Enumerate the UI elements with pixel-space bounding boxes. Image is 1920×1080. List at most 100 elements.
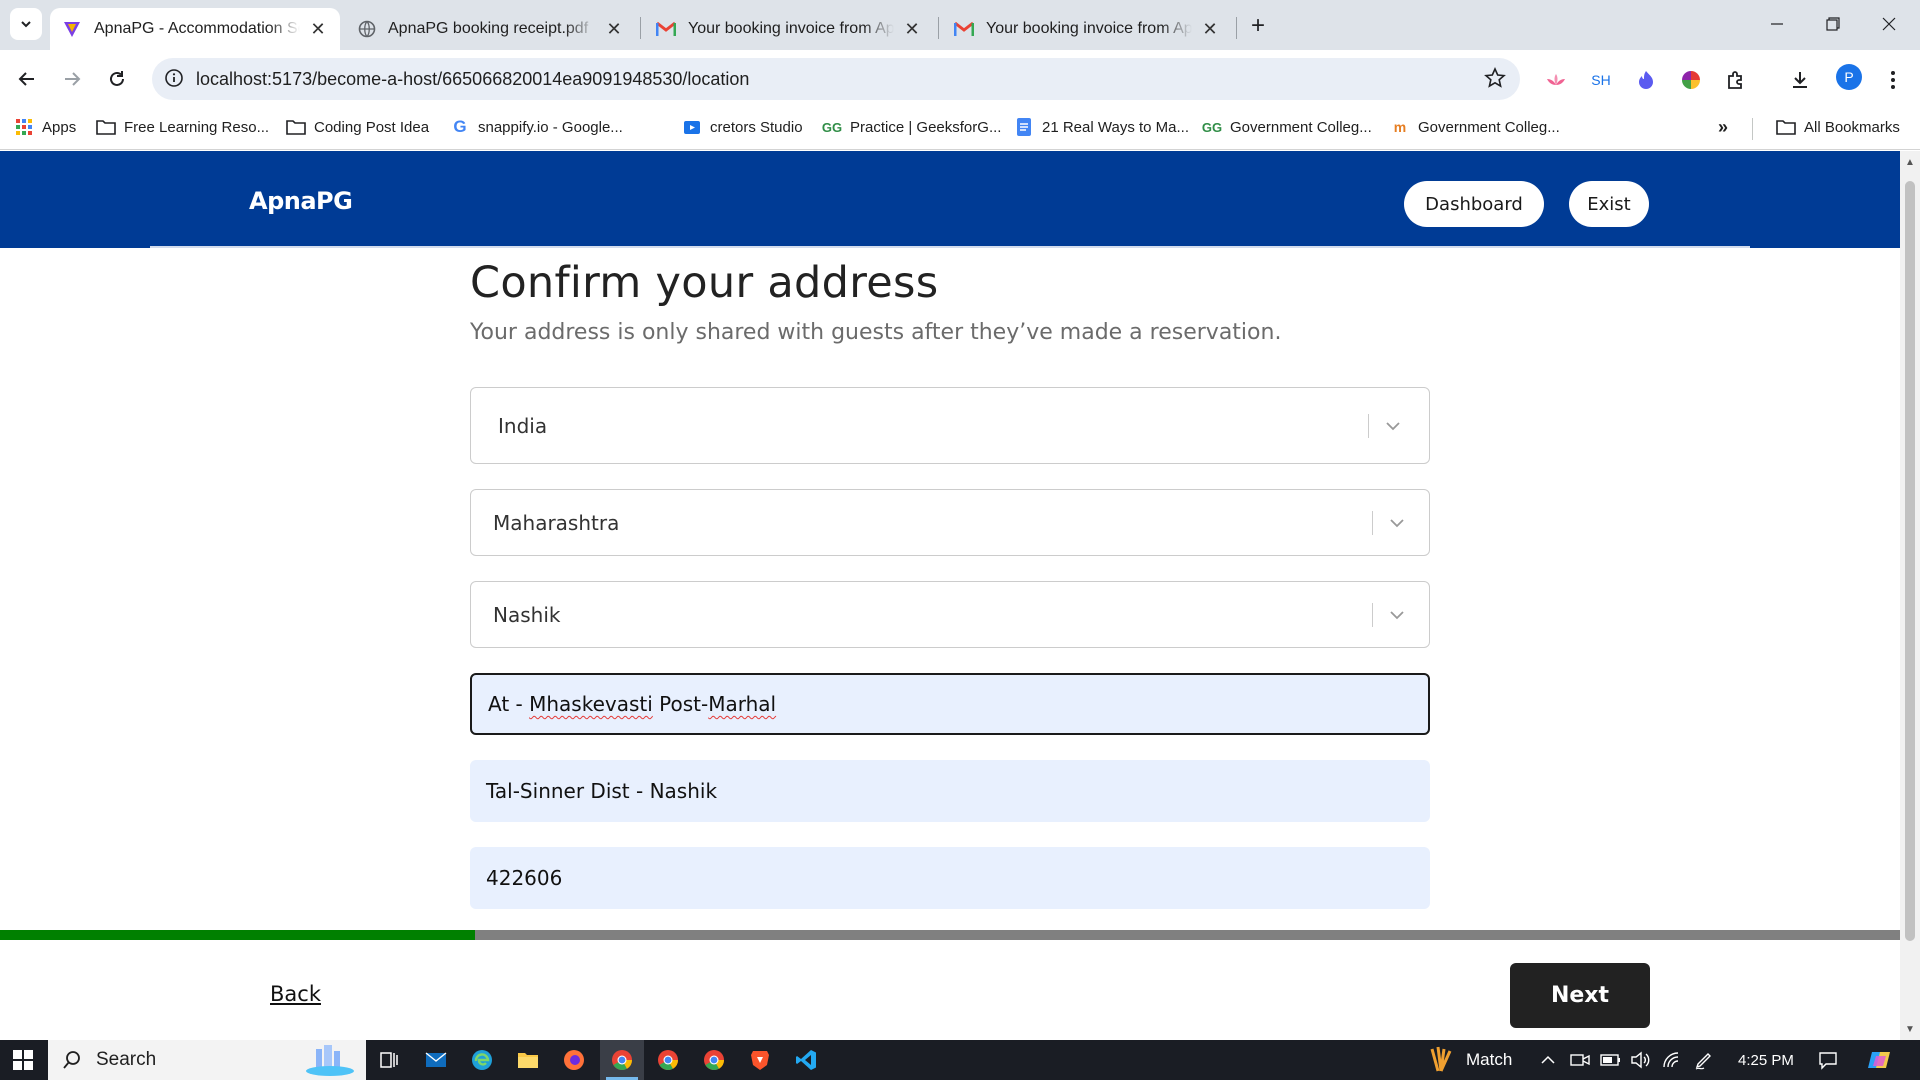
- tray-chevron-up-icon[interactable]: [1540, 1040, 1556, 1080]
- browser-toolbar: localhost:5173/become-a-host/66506682001…: [0, 50, 1920, 108]
- window-close-icon[interactable]: [1866, 8, 1912, 40]
- download-icon[interactable]: [1787, 67, 1813, 93]
- chrome-icon-active[interactable]: [600, 1040, 644, 1080]
- pincode-value: 422606: [486, 866, 563, 890]
- bookmark-snappify[interactable]: G snappify.io - Google...: [450, 117, 622, 137]
- city-select[interactable]: Nashik: [470, 581, 1430, 648]
- lotus-extension-icon[interactable]: [1543, 67, 1569, 93]
- select-separator: [1372, 602, 1373, 627]
- url-text[interactable]: localhost:5173/become-a-host/66506682001…: [196, 69, 749, 90]
- chrome-profile-icon[interactable]: [692, 1040, 736, 1080]
- bookmark-folder-free-learning[interactable]: Free Learning Reso...: [96, 117, 269, 137]
- pen-workspace-icon[interactable]: [1694, 1040, 1714, 1080]
- tab-search-button[interactable]: [10, 8, 42, 40]
- tab-separator: [938, 17, 939, 39]
- windows-taskbar: Search Match 4:25 PM: [0, 1040, 1920, 1080]
- weather-widget[interactable]: Match: [1426, 1040, 1512, 1080]
- battery-icon[interactable]: [1600, 1040, 1622, 1080]
- bookmark-21-real-ways[interactable]: 21 Real Ways to Ma...: [1014, 117, 1189, 137]
- country-select[interactable]: India: [470, 387, 1430, 464]
- bookmark-label: Apps: [42, 118, 77, 136]
- firefox-icon[interactable]: [552, 1040, 596, 1080]
- copilot-icon[interactable]: [1866, 1040, 1894, 1080]
- tab-title: Your booking invoice from Apn: [986, 20, 1192, 37]
- country-select-value: India: [498, 413, 548, 438]
- forward-arrow-icon[interactable]: [57, 64, 87, 94]
- more-vertical-icon[interactable]: [1880, 67, 1906, 93]
- exit-button[interactable]: Exist: [1569, 181, 1649, 227]
- chevron-down-icon: [21, 21, 31, 28]
- gfg-icon: GG: [1201, 119, 1223, 135]
- chrome-profile-icon[interactable]: [646, 1040, 690, 1080]
- site-info-icon[interactable]: [164, 68, 184, 88]
- task-view-icon[interactable]: [368, 1040, 412, 1080]
- tab-receipt-pdf[interactable]: ApnaPG booking receipt.pdf ✕: [346, 8, 636, 50]
- misspelled-word: Mhaskevasti: [529, 692, 653, 716]
- minimize-icon[interactable]: [1754, 8, 1800, 40]
- all-bookmarks[interactable]: All Bookmarks: [1776, 117, 1900, 137]
- bookmark-geeksforgeeks[interactable]: GG Practice | GeeksforG...: [822, 117, 1002, 137]
- restore-icon[interactable]: [1810, 8, 1856, 40]
- state-select[interactable]: Maharashtra: [470, 489, 1430, 556]
- clock[interactable]: 4:25 PM: [1738, 1040, 1794, 1080]
- scroll-up-arrow-icon[interactable]: ▲: [1905, 157, 1915, 168]
- site-header: ApnaPG Dashboard Exist: [0, 151, 1900, 248]
- windows-start-icon[interactable]: [0, 1040, 46, 1080]
- mail-app-icon[interactable]: [414, 1040, 458, 1080]
- bookmark-star-icon[interactable]: [1484, 67, 1506, 89]
- brand-logo[interactable]: ApnaPG: [249, 187, 353, 215]
- tab-apnapg[interactable]: ApnaPG - Accommodation Solu ✕: [50, 8, 340, 50]
- bookmark-folder-coding-post[interactable]: Coding Post Idea: [286, 117, 429, 137]
- tab-separator: [1236, 17, 1237, 39]
- bookmark-cretors-studio[interactable]: cretors Studio: [682, 117, 803, 137]
- tab-gmail-invoice-1[interactable]: Your booking invoice from Apn ✕: [644, 8, 934, 50]
- color-wheel-extension-icon[interactable]: [1678, 67, 1704, 93]
- scrollbar-thumb[interactable]: [1905, 181, 1915, 941]
- pincode-input[interactable]: 422606: [470, 847, 1430, 909]
- sh-extension-icon[interactable]: SH: [1588, 67, 1614, 93]
- clock-time: 4:25 PM: [1738, 1051, 1794, 1069]
- extensions-puzzle-icon[interactable]: [1723, 67, 1749, 93]
- chevron-down-icon[interactable]: [1387, 605, 1407, 625]
- vscode-icon[interactable]: [784, 1040, 828, 1080]
- browser-tab-bar: ApnaPG - Accommodation Solu ✕ ApnaPG boo…: [0, 0, 1920, 50]
- bookmark-government-college-1[interactable]: GG Government Colleg...: [1202, 117, 1372, 137]
- bookmark-apps[interactable]: Apps: [14, 117, 76, 137]
- scroll-down-arrow-icon[interactable]: ▼: [1905, 1024, 1915, 1035]
- wifi-icon[interactable]: [1662, 1040, 1682, 1080]
- page-scrollbar[interactable]: ▲ ▼: [1900, 151, 1920, 1040]
- reload-icon[interactable]: [102, 64, 132, 94]
- apps-grid-icon: [14, 117, 34, 137]
- close-icon[interactable]: ✕: [308, 19, 328, 39]
- next-button[interactable]: Next: [1510, 963, 1650, 1028]
- tab-gmail-invoice-2[interactable]: Your booking invoice from Apn ✕: [942, 8, 1232, 50]
- address-line2-input[interactable]: Tal-Sinner Dist - Nashik: [470, 760, 1430, 822]
- bookmark-government-college-2[interactable]: m Government Colleg...: [1390, 117, 1560, 137]
- back-link[interactable]: Back: [270, 982, 321, 1006]
- close-icon[interactable]: ✕: [604, 19, 624, 39]
- address-bar[interactable]: localhost:5173/become-a-host/66506682001…: [152, 58, 1520, 100]
- profile-avatar[interactable]: P: [1836, 64, 1862, 90]
- new-tab-plus-icon[interactable]: +: [1244, 12, 1272, 40]
- back-arrow-icon[interactable]: [12, 64, 42, 94]
- volume-icon[interactable]: [1630, 1040, 1650, 1080]
- brave-browser-icon[interactable]: [738, 1040, 782, 1080]
- college-icon: m: [1393, 119, 1407, 135]
- taskbar-search-box[interactable]: Search: [48, 1040, 366, 1080]
- file-explorer-icon[interactable]: [506, 1040, 550, 1080]
- dashboard-button[interactable]: Dashboard: [1404, 181, 1544, 227]
- close-icon[interactable]: ✕: [902, 19, 922, 39]
- meet-now-icon[interactable]: [1570, 1040, 1590, 1080]
- chevron-down-icon[interactable]: [1383, 416, 1403, 436]
- notifications-icon[interactable]: [1818, 1040, 1838, 1080]
- chevron-down-icon[interactable]: [1387, 513, 1407, 533]
- bookmark-label: Government Colleg...: [1230, 118, 1372, 136]
- close-icon[interactable]: ✕: [1200, 19, 1220, 39]
- more-bookmarks-chevron-icon[interactable]: »: [1718, 117, 1728, 138]
- edge-browser-icon[interactable]: [460, 1040, 504, 1080]
- address-text: Post-: [652, 692, 709, 716]
- flame-extension-icon[interactable]: [1633, 67, 1659, 93]
- address-line1-input[interactable]: At - Mhaskevasti Post-Marhal: [470, 673, 1430, 735]
- search-highlight-icon: [306, 1045, 354, 1076]
- bookmark-label: Practice | GeeksforG...: [850, 118, 1002, 136]
